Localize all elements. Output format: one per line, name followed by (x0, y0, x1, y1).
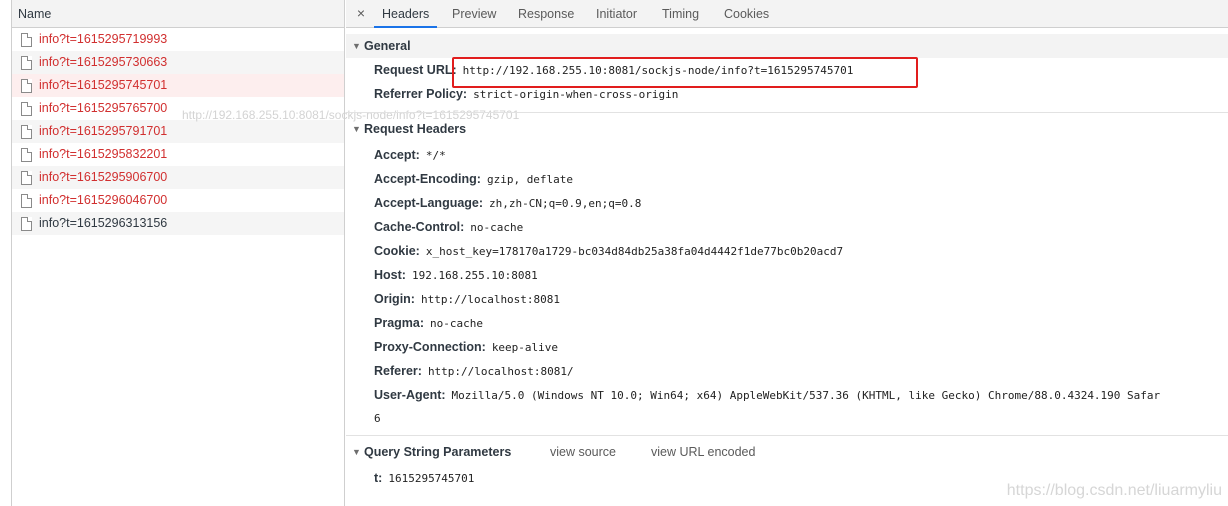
detail-tab-bar: × Headers Preview Response Initiator Tim… (346, 0, 1228, 28)
header-key: Proxy-Connection: (374, 340, 486, 354)
request-name: info?t=1615295791701 (39, 124, 168, 138)
left-gutter (0, 0, 12, 506)
header-value[interactable]: zh,zh-CN;q=0.9,en;q=0.8 (489, 197, 641, 210)
header-row: Referer: http://localhost:8081/ (346, 359, 1228, 383)
header-key: Request URL: (374, 63, 457, 77)
name-column-header[interactable]: Name (12, 0, 344, 28)
header-row: Accept: */* (346, 143, 1228, 167)
query-param-row: t: 1615295745701 (346, 466, 1228, 490)
header-value[interactable]: */* (426, 149, 446, 162)
request-name: info?t=1615296046700 (39, 193, 168, 207)
tab-cookies[interactable]: Cookies (724, 0, 769, 28)
header-row: Cookie: x_host_key=178170a1729-bc034d84db… (346, 239, 1228, 263)
tab-response[interactable]: Response (518, 0, 574, 28)
general-section-header[interactable]: ▼ General (346, 34, 1228, 58)
document-icon (21, 171, 32, 185)
header-row: Cache-Control: no-cache (346, 215, 1228, 239)
tab-preview[interactable]: Preview (452, 0, 496, 28)
tab-initiator[interactable]: Initiator (596, 0, 637, 28)
document-icon (21, 79, 32, 93)
request-row[interactable]: info?t=1615295765700 (12, 97, 344, 120)
header-value[interactable]: no-cache (430, 317, 483, 330)
header-key: Host: (374, 268, 406, 282)
header-value[interactable]: 192.168.255.10:8081 (412, 269, 538, 282)
close-icon[interactable]: × (352, 0, 370, 28)
view-url-encoded-link[interactable]: view URL encoded (651, 440, 755, 464)
request-row[interactable]: info?t=1615296046700 (12, 189, 344, 212)
request-name: info?t=1615295730663 (39, 55, 168, 69)
request-row-selected[interactable]: info?t=1615295745701 (12, 74, 344, 97)
query-string-section-header[interactable]: ▼ Query String Parameters view source vi… (346, 440, 1228, 464)
header-key: User-Agent: (374, 388, 446, 402)
triangle-down-icon: ▼ (352, 41, 361, 51)
referrer-policy-row: Referrer Policy: strict-origin-when-cross… (346, 82, 1228, 106)
view-source-link[interactable]: view source (550, 440, 616, 464)
request-row[interactable]: info?t=1615295730663 (12, 51, 344, 74)
header-key: Pragma: (374, 316, 425, 330)
user-agent-wrap: 6 (374, 412, 381, 425)
document-icon (21, 33, 32, 47)
header-value[interactable]: http://localhost:8081/ (428, 365, 574, 378)
request-list-panel: Name info?t=1615295719993 info?t=1615295… (12, 0, 519, 506)
header-row: Accept-Language: zh,zh-CN;q=0.9,en;q=0.8 (346, 191, 1228, 215)
header-row: Accept-Encoding: gzip, deflate (346, 167, 1228, 191)
header-key: Accept: (374, 148, 420, 162)
document-icon (21, 102, 32, 116)
request-name: info?t=1615295832201 (39, 147, 168, 161)
header-row: Host: 192.168.255.10:8081 (346, 263, 1228, 287)
document-icon (21, 217, 32, 231)
header-value[interactable]: strict-origin-when-cross-origin (473, 88, 678, 101)
document-icon (21, 194, 32, 208)
header-key: Referrer Policy: (374, 87, 468, 101)
document-icon (21, 56, 32, 70)
header-value[interactable]: keep-alive (492, 341, 558, 354)
triangle-down-icon: ▼ (352, 447, 361, 457)
header-key: Accept-Language: (374, 196, 484, 210)
header-value[interactable]: http://192.168.255.10:8081/sockjs-node/i… (463, 64, 854, 77)
request-detail-panel: × Headers Preview Response Initiator Tim… (346, 0, 1228, 506)
request-name: info?t=1615296313156 (39, 216, 168, 230)
header-value[interactable]: no-cache (470, 221, 523, 234)
header-row: Pragma: no-cache (346, 311, 1228, 335)
document-icon (21, 148, 32, 162)
request-headers-section-header[interactable]: ▼ Request Headers (346, 117, 1228, 141)
header-key: Cache-Control: (374, 220, 465, 234)
header-key: Origin: (374, 292, 415, 306)
request-url-row: Request URL: http://192.168.255.10:8081/s… (346, 58, 1228, 82)
request-row[interactable]: info?t=1615296313156 (12, 212, 344, 235)
tab-timing[interactable]: Timing (662, 0, 699, 28)
header-key: Referer: (374, 364, 422, 378)
section-title: Query String Parameters (364, 445, 512, 459)
section-title: General (364, 39, 411, 53)
request-row[interactable]: info?t=1615295719993 (12, 28, 344, 51)
header-value[interactable]: gzip, deflate (487, 173, 573, 186)
request-row[interactable]: info?t=1615295906700 (12, 166, 344, 189)
header-row: Origin: http://localhost:8081 (346, 287, 1228, 311)
request-name: info?t=1615295765700 (39, 101, 168, 115)
tab-headers[interactable]: Headers (374, 0, 438, 28)
request-row[interactable]: info?t=1615295832201 (12, 143, 344, 166)
request-name: info?t=1615295745701 (39, 78, 168, 92)
triangle-down-icon: ▼ (352, 124, 361, 134)
request-name: info?t=1615295719993 (39, 32, 168, 46)
document-icon (21, 125, 32, 139)
param-value[interactable]: 1615295745701 (388, 472, 474, 485)
header-value[interactable]: Mozilla/5.0 (Windows NT 10.0; Win64; x64… (452, 389, 1161, 402)
param-key: t: (374, 471, 383, 485)
request-name: info?t=1615295906700 (39, 170, 168, 184)
header-row: User-Agent: Mozilla/5.0 (Windows NT 10.0;… (346, 383, 1228, 407)
header-key: Accept-Encoding: (374, 172, 481, 186)
header-value[interactable]: http://localhost:8081 (421, 293, 560, 306)
header-key: Cookie: (374, 244, 420, 258)
header-value[interactable]: x_host_key=178170a1729-bc034d84db25a38fa… (426, 245, 843, 258)
request-row[interactable]: info?t=1615295791701 (12, 120, 344, 143)
header-row: Proxy-Connection: keep-alive (346, 335, 1228, 359)
section-title: Request Headers (364, 122, 467, 136)
